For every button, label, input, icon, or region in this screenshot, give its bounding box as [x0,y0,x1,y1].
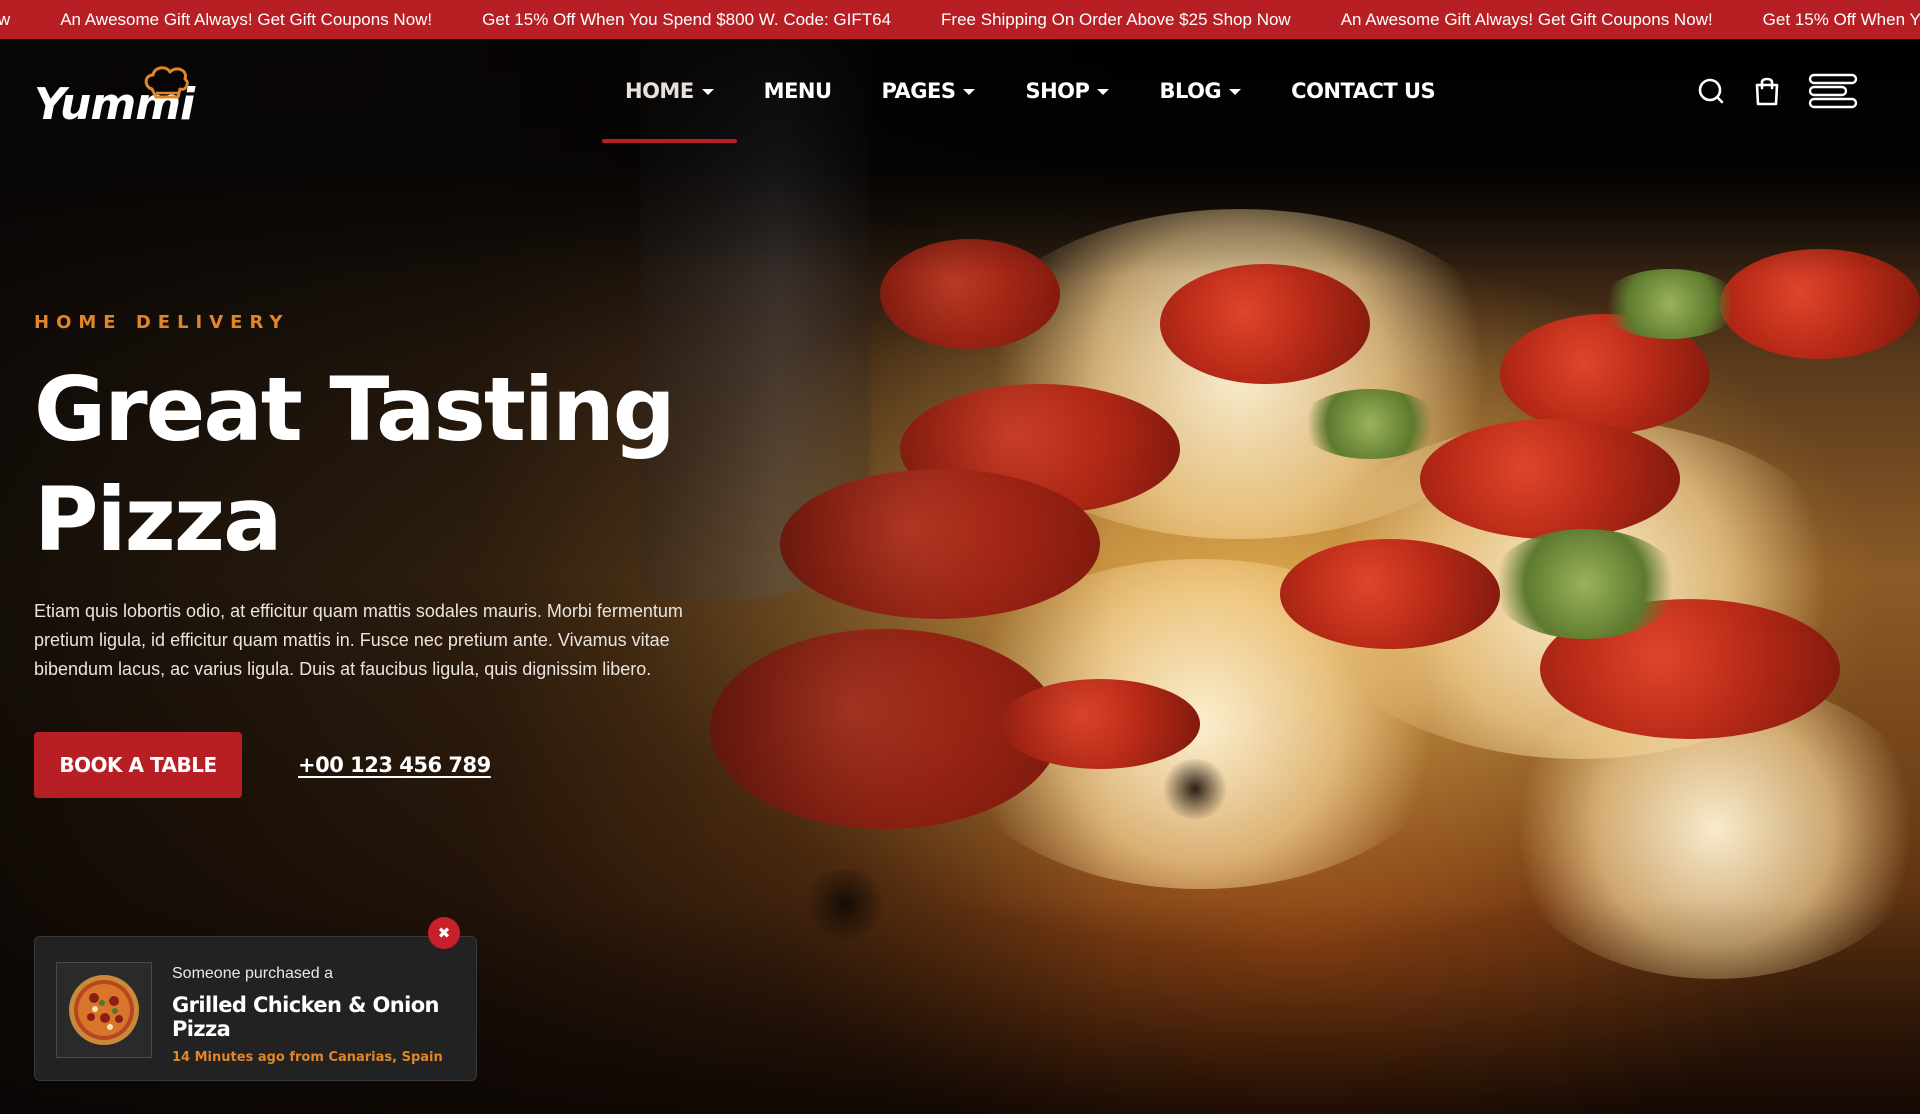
ticker-item[interactable]: An Awesome Gift Always! Get Gift Coupons… [60,0,432,39]
notification-meta: 14 Minutes ago from Canarias, Spain [172,1050,443,1065]
ticker-item[interactable]: An Awesome Gift Always! Get Gift Coupons… [1341,0,1713,39]
nav-item-shop[interactable]: SHOP [1000,39,1134,143]
ticker-item[interactable]: Get 15% Off When You Spend $800 W. Code:… [482,0,891,39]
nav-item-contact[interactable]: CONTACT US [1266,39,1460,143]
nav-item-menu[interactable]: MENU [739,39,857,143]
hero-content: HOME DELIVERY Great Tasting Pizza Etiam … [34,312,754,798]
announcement-ticker: p Now An Awesome Gift Always! Get Gift C… [0,0,1920,39]
shopping-bag-icon[interactable] [1752,76,1782,106]
search-icon[interactable] [1696,76,1726,106]
hero-eyebrow: HOME DELIVERY [34,312,290,333]
nav-label: BLOG [1159,79,1222,103]
main-nav: HOME MENU PAGES SHOP BLOG CONTACT US [600,39,1460,143]
ticker-item[interactable]: Free Shipping On Order Above $25 Shop No… [941,0,1291,39]
caret-down-icon [963,89,976,95]
nav-item-pages[interactable]: PAGES [857,39,1001,143]
hero-cta-row: BOOK A TABLE +00 123 456 789 [34,732,754,798]
menu-lines-icon[interactable] [1808,71,1860,111]
nav-item-blog[interactable]: BLOG [1134,39,1266,143]
header-actions [1696,39,1860,143]
purchase-notification: Someone purchased a Grilled Chicken & On… [34,936,477,1081]
hero-description: Etiam quis lobortis odio, at efficitur q… [34,601,683,679]
hero-title: Great Tasting Pizza [34,358,676,571]
nav-item-home[interactable]: HOME [600,39,739,143]
nav-label: SHOP [1025,79,1090,103]
notification-text: Someone purchased a Grilled Chicken & On… [172,965,462,1065]
ticker-item[interactable]: Get 15% Off When You S [1763,0,1920,39]
notification-product[interactable]: Grilled Chicken & Onion Pizza [172,993,462,1041]
nav-label: HOME [625,79,694,103]
chef-hat-icon [144,66,189,99]
nav-label: CONTACT US [1291,79,1436,103]
phone-link[interactable]: +00 123 456 789 [298,753,491,777]
ticker-track: p Now An Awesome Gift Always! Get Gift C… [0,0,1920,39]
caret-down-icon [1229,89,1242,95]
site-header: Yummi HOME MENU PAGES SHOP BLOG CONTACT … [0,39,1920,143]
notification-line: Someone purchased a [172,965,333,982]
logo[interactable]: Yummi [34,66,195,127]
ticker-item[interactable]: p Now [0,0,10,39]
nav-label: MENU [763,79,832,103]
pizza-icon [69,975,139,1045]
caret-down-icon [701,89,714,95]
nav-label: PAGES [881,79,956,103]
close-icon[interactable]: ✖ [428,917,460,949]
pizza-thumbnail [56,962,152,1058]
caret-down-icon [1097,89,1110,95]
book-table-button[interactable]: BOOK A TABLE [34,732,242,798]
